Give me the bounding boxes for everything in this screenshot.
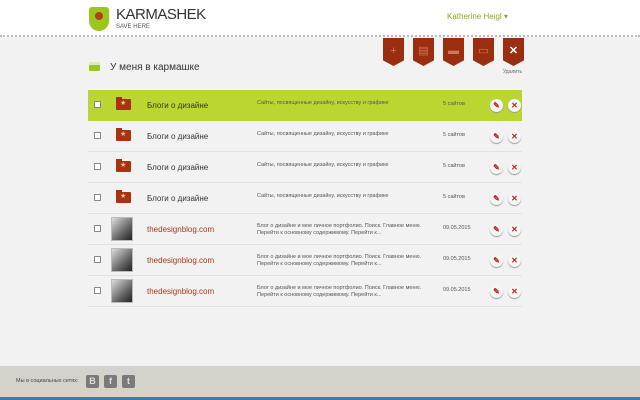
footer: Мы в социальных сетях: B f t xyxy=(0,366,640,400)
logo-icon[interactable] xyxy=(89,7,109,31)
edit-button[interactable]: ✎ xyxy=(490,254,503,267)
item-meta: 09.05.2015 xyxy=(443,225,471,231)
item-description: Сайты, посвященные дизайну, искусству и … xyxy=(257,193,389,199)
item-name[interactable]: Блоги о дизайне xyxy=(147,163,208,172)
card-button[interactable]: ▭ xyxy=(473,38,494,66)
remove-button[interactable]: ✕ xyxy=(508,130,521,143)
site-thumbnail xyxy=(111,279,133,303)
edit-button[interactable]: ✎ xyxy=(490,99,503,112)
list-item[interactable]: Блоги о дизайне Сайты, посвященные дизай… xyxy=(88,121,522,152)
folder-icon xyxy=(116,159,131,172)
folder-icon xyxy=(116,97,131,110)
items-list: Блоги о дизайне Сайты, посвященные дизай… xyxy=(88,90,522,307)
user-menu[interactable]: Katherine Heigl ▾ xyxy=(447,12,508,21)
list-item[interactable]: Блоги о дизайне Сайты, посвященные дизай… xyxy=(88,90,522,121)
item-name[interactable]: Блоги о дизайне xyxy=(147,132,208,141)
item-name[interactable]: thedesignblog.com xyxy=(147,287,214,296)
row-checkbox[interactable] xyxy=(94,194,101,201)
pencil-icon: ✎ xyxy=(493,256,500,265)
row-checkbox[interactable] xyxy=(94,132,101,139)
social-label: Мы в социальных сетях: xyxy=(16,378,79,384)
pencil-icon: ✎ xyxy=(493,225,500,234)
list-item[interactable]: thedesignblog.com Блог о дизайне и мое л… xyxy=(88,276,522,307)
item-name[interactable]: Блоги о дизайне xyxy=(147,101,208,110)
vk-icon[interactable]: B xyxy=(86,375,99,388)
header: KARMASHEK SAVE HERE Katherine Heigl ▾ xyxy=(0,0,640,37)
page-title: У меня в кармашке xyxy=(110,62,200,73)
remove-button[interactable]: ✕ xyxy=(508,285,521,298)
remove-button[interactable]: ✕ xyxy=(508,161,521,174)
remove-button[interactable]: ✕ xyxy=(508,254,521,267)
item-meta: 5 сайтов xyxy=(443,163,465,169)
item-description: Сайты, посвященные дизайну, искусству и … xyxy=(257,162,389,168)
item-name[interactable]: Блоги о дизайне xyxy=(147,194,208,203)
edit-button[interactable]: ✎ xyxy=(490,285,503,298)
item-description: Сайты, посвященные дизайну, искусству и … xyxy=(257,100,389,106)
close-icon: ✕ xyxy=(511,101,518,110)
list-item[interactable]: Блоги о дизайне Сайты, посвященные дизай… xyxy=(88,152,522,183)
close-icon: ✕ xyxy=(511,287,518,296)
pocket-icon xyxy=(89,62,100,71)
item-meta: 5 сайтов xyxy=(443,132,465,138)
remove-button[interactable]: ✕ xyxy=(508,223,521,236)
close-icon: ✕ xyxy=(511,163,518,172)
pencil-icon: ✎ xyxy=(493,194,500,203)
add-button[interactable]: + xyxy=(383,38,404,66)
row-checkbox[interactable] xyxy=(94,225,101,232)
row-checkbox[interactable] xyxy=(94,101,101,108)
edit-button[interactable]: ✎ xyxy=(490,223,503,236)
list-item[interactable]: thedesignblog.com Блог о дизайне и мое л… xyxy=(88,214,522,245)
row-checkbox[interactable] xyxy=(94,256,101,263)
site-thumbnail xyxy=(111,217,133,241)
facebook-icon[interactable]: f xyxy=(104,375,117,388)
item-name[interactable]: thedesignblog.com xyxy=(147,256,214,265)
list-item[interactable]: thedesignblog.com Блог о дизайне и мое л… xyxy=(88,245,522,276)
remove-button[interactable]: ✕ xyxy=(508,99,521,112)
folder-icon xyxy=(116,190,131,203)
pencil-icon: ✎ xyxy=(493,163,500,172)
edit-button[interactable]: ✎ xyxy=(490,192,503,205)
row-checkbox[interactable] xyxy=(94,163,101,170)
brand-tagline: SAVE HERE xyxy=(116,24,150,30)
item-description: Сайты, посвященные дизайну, искусству и … xyxy=(257,131,389,137)
pencil-icon: ✎ xyxy=(493,287,500,296)
brand-name: KARMASHEK xyxy=(116,6,206,23)
row-checkbox[interactable] xyxy=(94,287,101,294)
delete-label: Удалить xyxy=(503,69,523,75)
edit-button[interactable]: ✎ xyxy=(490,161,503,174)
close-icon: ✕ xyxy=(511,225,518,234)
item-description: Блог о дизайне и мое личное портфолио. П… xyxy=(257,254,422,267)
item-meta: 5 сайтов xyxy=(443,194,465,200)
delete-button[interactable]: ✕ xyxy=(503,38,524,66)
pencil-icon: ✎ xyxy=(493,132,500,141)
item-description: Блог о дизайне и мое личное портфолио. П… xyxy=(257,223,422,236)
close-icon: ✕ xyxy=(511,256,518,265)
edit-button[interactable]: ✎ xyxy=(490,130,503,143)
folder-icon xyxy=(116,128,131,141)
twitter-icon[interactable]: t xyxy=(122,375,135,388)
pencil-icon: ✎ xyxy=(493,101,500,110)
close-icon: ✕ xyxy=(511,194,518,203)
list-item[interactable]: Блоги о дизайне Сайты, посвященные дизай… xyxy=(88,183,522,214)
folder-button[interactable]: ▬ xyxy=(443,38,464,66)
site-thumbnail xyxy=(111,248,133,272)
item-description: Блог о дизайне и мое личное портфолио. П… xyxy=(257,285,422,298)
remove-button[interactable]: ✕ xyxy=(508,192,521,205)
close-icon: ✕ xyxy=(511,132,518,141)
item-meta: 5 сайтов xyxy=(443,101,465,107)
item-meta: 09.05.2015 xyxy=(443,256,471,262)
add-folder-button[interactable]: ▤ xyxy=(413,38,434,66)
item-meta: 09.05.2015 xyxy=(443,287,471,293)
item-name[interactable]: thedesignblog.com xyxy=(147,225,214,234)
